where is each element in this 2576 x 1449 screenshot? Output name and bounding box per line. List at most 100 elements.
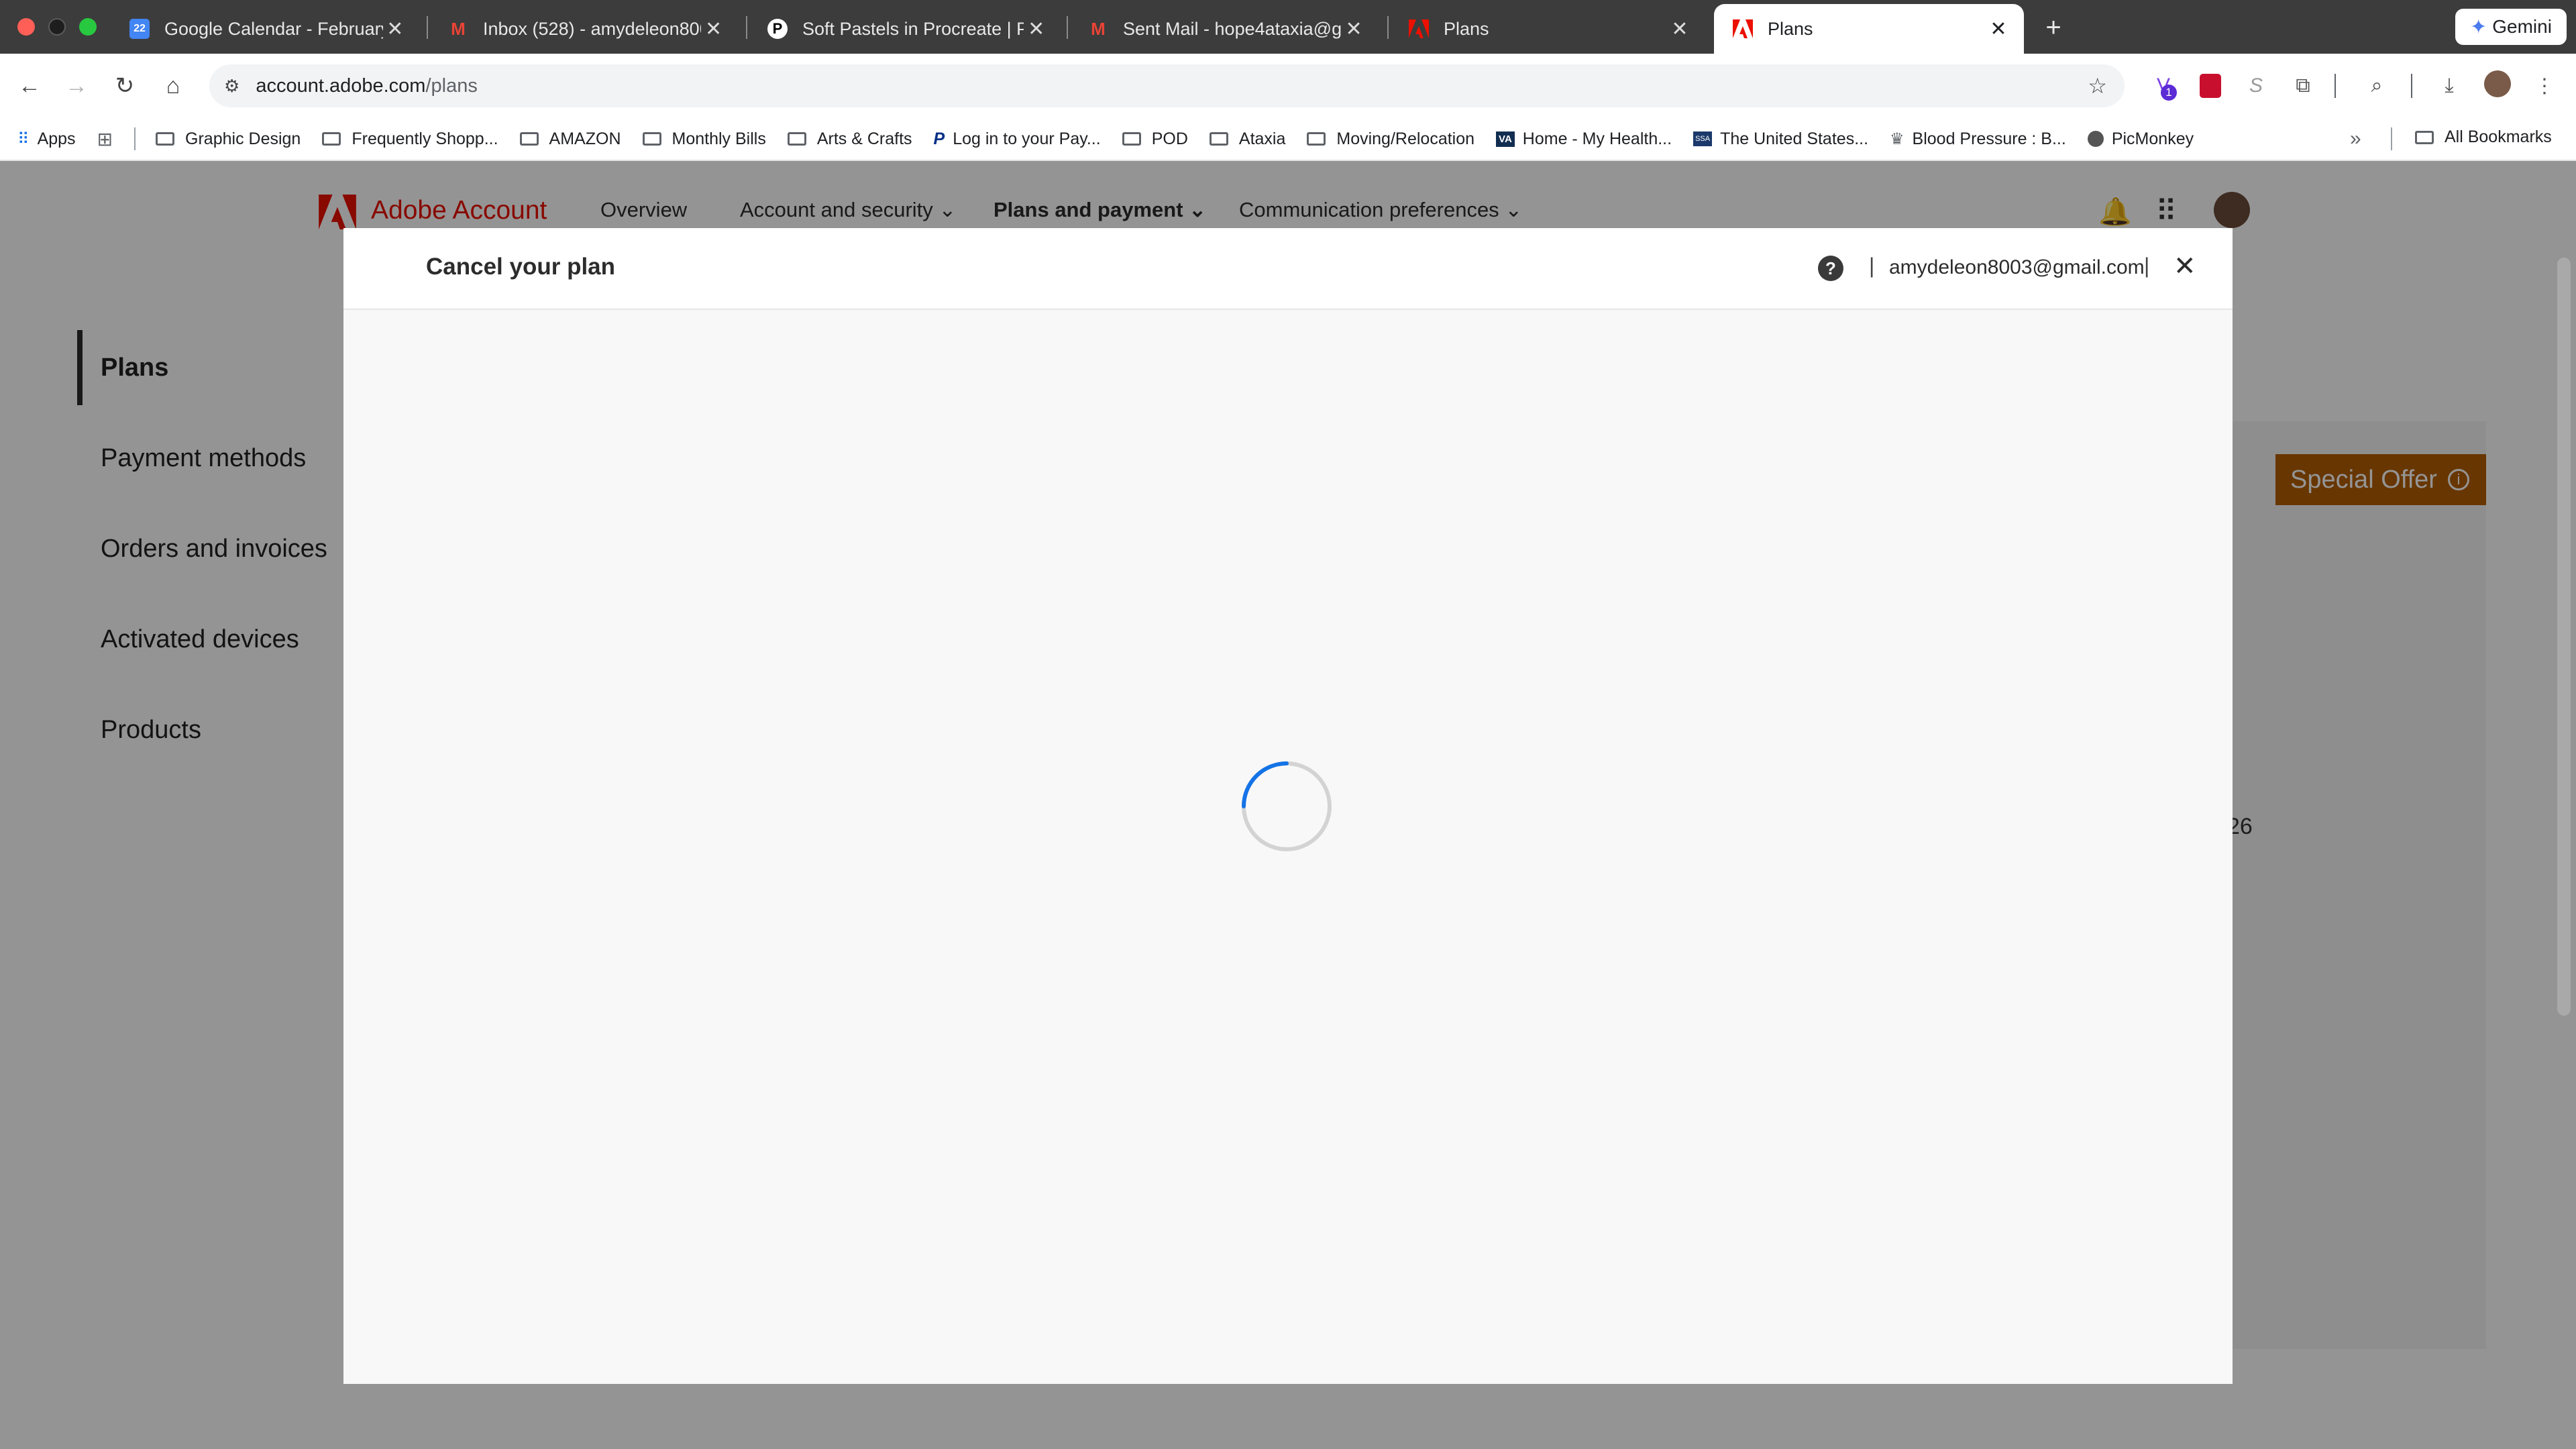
downloads-icon[interactable]: ⤓ bbox=[2434, 70, 2465, 101]
bookmark-label: AMAZON bbox=[549, 129, 621, 148]
tab-separator bbox=[1387, 16, 1389, 39]
google-calendar-icon: 22 bbox=[129, 19, 150, 39]
bookmark-moving[interactable]: Moving/Relocation bbox=[1307, 129, 1474, 149]
help-icon[interactable]: ? bbox=[1818, 256, 1843, 281]
folder-icon bbox=[787, 132, 806, 146]
tab-plans-active[interactable]: Plans ✕ bbox=[1714, 4, 2024, 54]
gmail-icon: M bbox=[451, 18, 466, 39]
folder-icon bbox=[322, 132, 341, 146]
bookmark-arts-crafts[interactable]: Arts & Crafts bbox=[787, 129, 912, 149]
bookmark-label: The United States... bbox=[1720, 129, 1869, 148]
folder-icon bbox=[1122, 132, 1141, 146]
bookmark-ssa[interactable]: SSA The United States... bbox=[1693, 129, 1868, 149]
toolbar-divider bbox=[2334, 74, 2336, 98]
gemini-button[interactable]: ✦ Gemini bbox=[2455, 9, 2567, 45]
close-tab-icon[interactable]: ✕ bbox=[1024, 17, 1049, 41]
minimize-window-button[interactable] bbox=[48, 18, 66, 36]
bookmark-blood-pressure[interactable]: ♛ Blood Pressure : B... bbox=[1890, 129, 2066, 149]
bookmark-label: Ataxia bbox=[1238, 129, 1286, 148]
bookmark-frequently-shopped[interactable]: Frequently Shopp... bbox=[322, 129, 498, 149]
url-host: account.adobe.com bbox=[256, 74, 426, 97]
tab-google-calendar[interactable]: 22 Google Calendar - February 2 ✕ bbox=[111, 4, 419, 54]
crown-icon: ♛ bbox=[1890, 129, 1904, 148]
folder-icon bbox=[2415, 130, 2434, 144]
url-path: /plans bbox=[425, 74, 478, 97]
bookmark-apps[interactable]: ⠿ Apps bbox=[17, 129, 76, 149]
bookmark-label: Blood Pressure : B... bbox=[1912, 129, 2066, 148]
tab-title: Plans bbox=[1444, 18, 1489, 39]
profile-avatar[interactable] bbox=[2484, 70, 2511, 97]
bookmark-label: POD bbox=[1151, 129, 1188, 148]
tab-plans[interactable]: Plans ✕ bbox=[1390, 4, 1705, 54]
folder-icon bbox=[1209, 132, 1228, 146]
bookmark-label: Home - My Health... bbox=[1522, 129, 1672, 148]
tab-inbox[interactable]: M Inbox (528) - amydeleon8003 ✕ bbox=[429, 4, 738, 54]
close-tab-icon[interactable]: ✕ bbox=[383, 17, 407, 41]
header-separator: | bbox=[2144, 254, 2150, 278]
tab-sent-mail[interactable]: M Sent Mail - hope4ataxia@gma ✕ bbox=[1069, 4, 1378, 54]
bookmark-my-health[interactable]: VA Home - My Health... bbox=[1496, 129, 1672, 149]
ssa-icon: SSA bbox=[1693, 131, 1713, 146]
patreon-icon: P bbox=[767, 19, 788, 39]
gemini-label: Gemini bbox=[2492, 16, 2552, 37]
forward-button[interactable]: → bbox=[60, 70, 93, 102]
acrobat-extension-icon[interactable] bbox=[2195, 70, 2226, 101]
maximize-window-button[interactable] bbox=[79, 18, 97, 36]
folder-icon bbox=[642, 132, 661, 146]
bookmark-label: PicMonkey bbox=[2111, 129, 2194, 148]
toolbar-divider bbox=[2411, 74, 2412, 98]
bookmarks-divider bbox=[134, 127, 136, 150]
close-tab-icon[interactable]: ✕ bbox=[1342, 17, 1366, 41]
bookmark-amazon[interactable]: AMAZON bbox=[519, 129, 621, 149]
bookmark-graphic-design[interactable]: Graphic Design bbox=[156, 129, 301, 149]
all-bookmarks-button[interactable]: All Bookmarks bbox=[2415, 127, 2552, 147]
bookmarks-divider bbox=[2391, 127, 2392, 150]
site-info-icon[interactable]: ⚙ bbox=[224, 76, 239, 97]
browser-menu-icon[interactable]: ⋮ bbox=[2529, 70, 2560, 101]
close-modal-icon[interactable]: ✕ bbox=[2174, 251, 2196, 282]
adobe-icon bbox=[1733, 19, 1753, 39]
folder-icon bbox=[156, 132, 175, 146]
all-bookmarks-label: All Bookmarks bbox=[2445, 127, 2552, 146]
bookmark-label: Graphic Design bbox=[185, 129, 301, 148]
bookmark-star-icon[interactable]: ☆ bbox=[2088, 73, 2107, 99]
reload-button[interactable]: ↻ bbox=[109, 70, 141, 102]
tab-groups-button[interactable]: ⊞ bbox=[97, 128, 113, 150]
header-separator: | bbox=[1869, 254, 1875, 278]
close-tab-icon[interactable]: ✕ bbox=[1985, 17, 2012, 41]
bookmark-label: Log in to your Pay... bbox=[953, 129, 1101, 148]
bookmark-label: Moving/Relocation bbox=[1336, 129, 1475, 148]
modal-title: Cancel your plan bbox=[426, 254, 616, 280]
bookmark-label: Arts & Crafts bbox=[816, 129, 912, 148]
bookmark-ataxia[interactable]: Ataxia bbox=[1209, 129, 1286, 149]
close-tab-icon[interactable]: ✕ bbox=[701, 17, 726, 41]
back-button[interactable]: ← bbox=[13, 70, 46, 102]
bookmark-paypal[interactable]: P Log in to your Pay... bbox=[934, 129, 1101, 149]
address-bar[interactable]: ⚙ account.adobe.com/plans ☆ bbox=[209, 64, 2125, 107]
bookmarks-overflow-button[interactable]: » bbox=[2350, 127, 2361, 150]
paypal-icon: P bbox=[933, 129, 945, 148]
tab-separator bbox=[1067, 16, 1068, 39]
extension-s-icon[interactable]: S bbox=[2241, 70, 2271, 101]
close-tab-icon[interactable]: ✕ bbox=[1666, 17, 1693, 41]
bookmark-label: Apps bbox=[37, 129, 76, 148]
tab-separator bbox=[427, 16, 428, 39]
loading-spinner-icon bbox=[1240, 759, 1334, 853]
new-tab-button[interactable]: + bbox=[2037, 12, 2070, 43]
page-scrollbar[interactable] bbox=[2557, 258, 2571, 1016]
bookmark-label: Frequently Shopp... bbox=[352, 129, 498, 148]
account-email: amydeleon8003@gmail.com bbox=[1889, 256, 2145, 278]
extensions-puzzle-icon[interactable]: ⧉ bbox=[2288, 70, 2318, 101]
gmail-icon: M bbox=[1091, 18, 1106, 39]
bookmark-monthly-bills[interactable]: Monthly Bills bbox=[642, 129, 766, 149]
close-window-button[interactable] bbox=[17, 18, 35, 36]
tab-soft-pastels[interactable]: P Soft Pastels in Procreate | Pat ✕ bbox=[749, 4, 1061, 54]
gemini-icon: ✦ bbox=[2470, 15, 2487, 38]
bookmark-pod[interactable]: POD bbox=[1122, 129, 1188, 149]
tab-search-icon[interactable]: ⌕ bbox=[2361, 70, 2392, 101]
bookmark-label: Monthly Bills bbox=[672, 129, 766, 148]
bookmark-picmonkey[interactable]: PicMonkey bbox=[2087, 129, 2194, 149]
home-button[interactable]: ⌂ bbox=[157, 70, 189, 102]
tab-title: Inbox (528) - amydeleon8003 bbox=[483, 18, 702, 39]
adobe-icon bbox=[1409, 19, 1429, 39]
